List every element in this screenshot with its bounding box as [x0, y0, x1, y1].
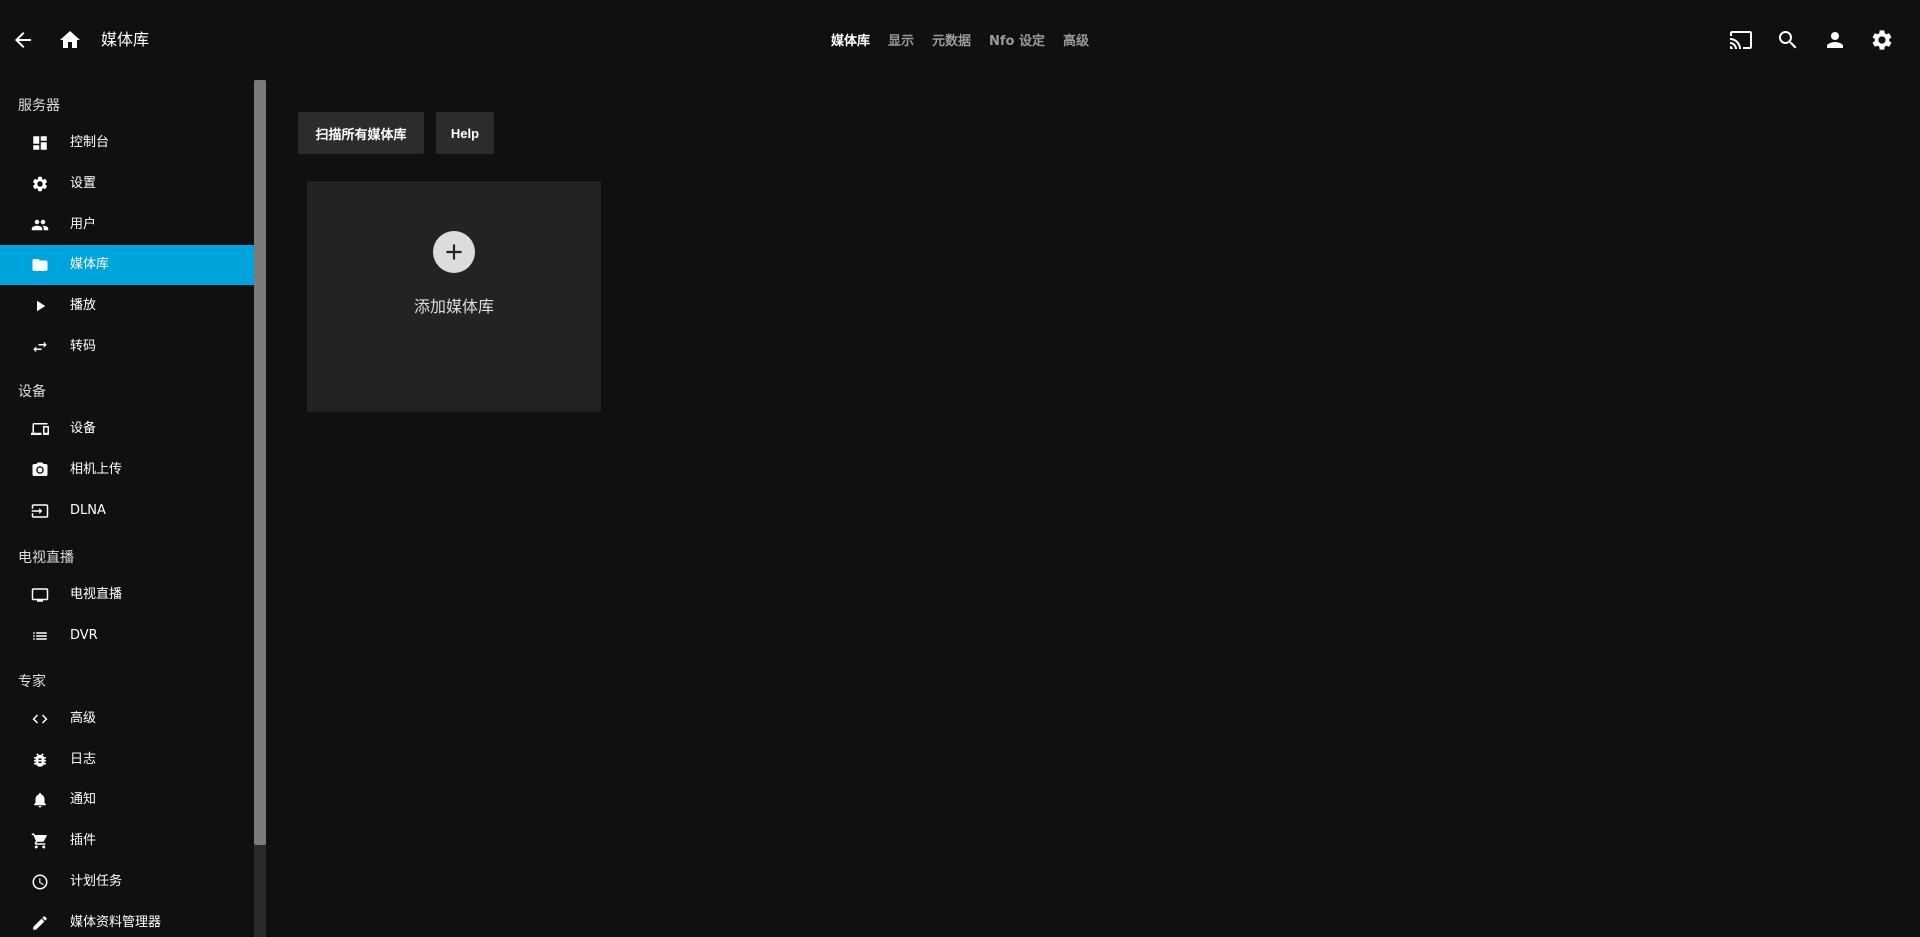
- sidebar-item-label: 设置: [70, 176, 97, 191]
- search-button[interactable]: [1768, 20, 1808, 60]
- sidebar-item-label: 控制台: [70, 135, 110, 150]
- code-icon: [31, 710, 49, 728]
- dashboard-icon: [31, 134, 49, 152]
- sidebar-section-expert: 专家: [18, 674, 46, 690]
- sidebar-item-dashboard[interactable]: 控制台: [0, 123, 254, 163]
- tab-advanced[interactable]: 高级: [1054, 30, 1098, 54]
- people-icon: [31, 216, 49, 234]
- user-icon: [1827, 32, 1843, 48]
- sidebar-item-label: 播放: [70, 298, 97, 313]
- sidebar-item-label: 设备: [70, 421, 97, 436]
- help-button[interactable]: Help: [436, 112, 494, 154]
- sidebar-item-camera-upload[interactable]: 相机上传: [0, 450, 254, 490]
- sidebar-item-live-tv[interactable]: 电视直播: [0, 575, 254, 615]
- header-tabs: 媒体库 显示 元数据 Nfo 设定 高级: [0, 30, 1920, 54]
- sidebar-scrollbar-thumb[interactable]: [254, 80, 266, 845]
- sidebar-item-label: 电视直播: [70, 587, 123, 602]
- sidebar-item-label: 媒体库: [70, 257, 110, 272]
- cast-button[interactable]: [1721, 20, 1761, 60]
- gear-icon: [31, 175, 49, 193]
- add-circle-icon: [433, 231, 475, 273]
- sidebar-item-plugins[interactable]: 插件: [0, 821, 254, 861]
- play-icon: [31, 297, 49, 315]
- sidebar-item-label: 计划任务: [70, 874, 123, 889]
- sidebar-item-label: 转码: [70, 339, 97, 354]
- add-library-card[interactable]: 添加媒体库: [307, 181, 601, 412]
- sidebar-item-logs[interactable]: 日志: [0, 740, 254, 780]
- sidebar-item-label: 日志: [70, 752, 97, 767]
- tab-display[interactable]: 显示: [879, 30, 923, 54]
- devices-icon: [31, 420, 49, 438]
- settings-gear-icon: [1872, 30, 1892, 50]
- sidebar-item-label: 用户: [70, 217, 97, 232]
- sidebar-item-label: 高级: [70, 711, 97, 726]
- sidebar-item-notifications[interactable]: 通知: [0, 780, 254, 820]
- sidebar-item-settings[interactable]: 设置: [0, 164, 254, 204]
- sidebar: 服务器 控制台 设置 用户 媒体库 播放 转码 设备 设备 相机上传 DLNA …: [0, 80, 254, 937]
- user-button[interactable]: [1815, 20, 1855, 60]
- settings-button[interactable]: [1862, 20, 1902, 60]
- tab-libraries[interactable]: 媒体库: [822, 30, 879, 54]
- sidebar-item-label: DLNA: [70, 503, 106, 518]
- list-icon: [31, 627, 49, 645]
- sidebar-item-metadata-manager[interactable]: 媒体资料管理器: [0, 903, 254, 937]
- tab-nfo-settings[interactable]: Nfo 设定: [980, 30, 1054, 54]
- sidebar-item-label: 相机上传: [70, 462, 123, 477]
- sidebar-item-dlna[interactable]: DLNA: [0, 491, 254, 531]
- sidebar-item-label: 插件: [70, 833, 97, 848]
- pencil-icon: [31, 914, 49, 932]
- sidebar-item-label: 通知: [70, 792, 97, 807]
- cart-icon: [31, 832, 49, 850]
- scan-all-libraries-button[interactable]: 扫描所有媒体库: [298, 112, 424, 154]
- add-library-label: 添加媒体库: [413, 297, 494, 316]
- clock-icon: [31, 873, 49, 891]
- sidebar-item-label: 媒体资料管理器: [70, 915, 162, 930]
- swap-icon: [31, 338, 49, 356]
- sidebar-item-advanced[interactable]: 高级: [0, 699, 254, 739]
- tv-icon: [31, 586, 49, 604]
- sidebar-item-dvr[interactable]: DVR: [0, 616, 254, 656]
- header-bar: 媒体库 媒体库 显示 元数据 Nfo 设定 高级: [0, 0, 1920, 80]
- camera-icon: [31, 461, 49, 479]
- sidebar-item-label: DVR: [70, 628, 98, 643]
- sidebar-section-server: 服务器: [18, 98, 60, 114]
- sidebar-item-playback[interactable]: 播放: [0, 286, 254, 326]
- cast-icon: [1730, 31, 1752, 49]
- sidebar-item-users[interactable]: 用户: [0, 205, 254, 245]
- sidebar-scrollbar[interactable]: [254, 80, 266, 937]
- search-icon: [1779, 31, 1797, 49]
- tab-metadata[interactable]: 元数据: [923, 30, 980, 54]
- sidebar-item-devices[interactable]: 设备: [0, 409, 254, 449]
- sidebar-section-live-tv: 电视直播: [18, 550, 74, 566]
- sidebar-item-transcoding[interactable]: 转码: [0, 327, 254, 367]
- sidebar-section-devices: 设备: [18, 384, 46, 400]
- bug-icon: [31, 751, 49, 769]
- input-icon: [31, 502, 49, 520]
- folder-icon: [31, 256, 49, 274]
- sidebar-item-libraries[interactable]: 媒体库: [0, 245, 254, 285]
- sidebar-item-scheduled-tasks[interactable]: 计划任务: [0, 862, 254, 902]
- bell-icon: [31, 791, 49, 809]
